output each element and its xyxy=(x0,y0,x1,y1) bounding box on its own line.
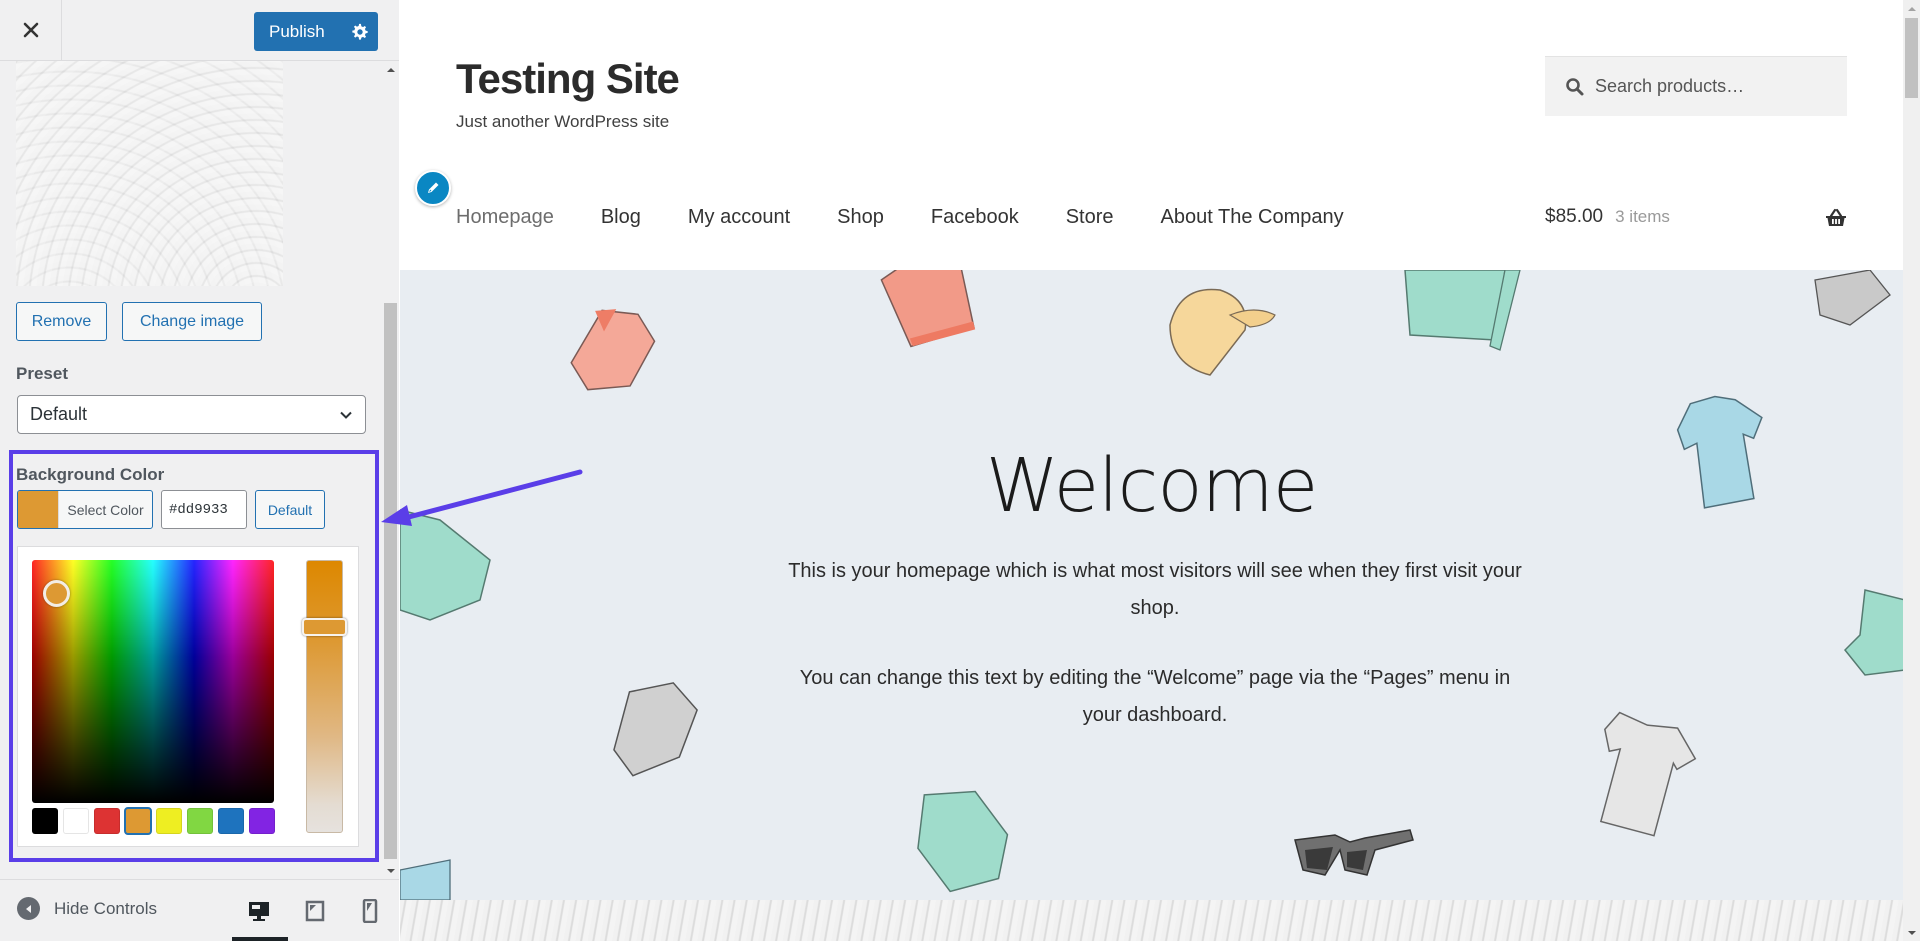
palette-swatch-black[interactable] xyxy=(32,808,58,834)
cart-summary[interactable]: $85.00 3 items xyxy=(1545,206,1847,228)
remove-image-button[interactable]: Remove xyxy=(16,302,107,341)
hide-controls-label: Hide Controls xyxy=(54,898,157,918)
welcome-hero: Welcome This is your homepage which is w… xyxy=(400,270,1903,900)
cap-illustration xyxy=(1169,288,1276,376)
scroll-down-arrow-icon[interactable] xyxy=(1908,931,1916,935)
active-device-indicator xyxy=(232,937,288,941)
scroll-down-arrow-icon[interactable] xyxy=(387,869,395,873)
site-preview: Testing Site Just another WordPress site… xyxy=(400,0,1903,941)
shirt-blue-bottom-illustration xyxy=(400,859,451,900)
preset-label: Preset xyxy=(16,364,68,383)
nav-item-about-the-company[interactable]: About The Company xyxy=(1161,206,1344,229)
mobile-icon xyxy=(362,899,378,923)
preview-scrollbar[interactable] xyxy=(1903,0,1920,941)
hero-paragraph-2: You can change this text by editing the … xyxy=(799,667,1511,726)
edit-shortcut-button[interactable] xyxy=(415,170,451,206)
primary-navigation: Homepage Blog My account Shop Facebook Store A… xyxy=(456,206,1344,229)
hoodie-pink-illustration xyxy=(570,309,656,391)
site-header: Testing Site Just another WordPress site… xyxy=(400,0,1903,270)
hide-controls-button[interactable]: Hide Controls xyxy=(17,897,157,920)
page-background-texture xyxy=(400,900,1903,941)
cart-total: $85.00 xyxy=(1545,206,1604,227)
publish-label[interactable]: Publish xyxy=(254,22,342,42)
hex-color-input[interactable] xyxy=(161,490,247,529)
close-icon xyxy=(23,22,38,38)
nav-item-store[interactable]: Store xyxy=(1066,206,1114,229)
nav-item-facebook[interactable]: Facebook xyxy=(931,206,1019,229)
palette-swatch-yellow[interactable] xyxy=(156,808,182,834)
strip-slider-handle[interactable] xyxy=(302,618,347,636)
background-color-label: Background Color xyxy=(16,465,165,484)
collapse-left-icon xyxy=(17,897,40,920)
product-search[interactable] xyxy=(1545,56,1847,116)
site-title[interactable]: Testing Site xyxy=(456,55,680,103)
palette-swatch-red[interactable] xyxy=(94,808,120,834)
tshirt-pink-illustration xyxy=(880,270,976,348)
nav-item-blog[interactable]: Blog xyxy=(601,206,641,229)
search-icon xyxy=(1566,77,1584,95)
publish-button[interactable]: Publish xyxy=(254,12,378,51)
hero-title: Welcome xyxy=(985,443,1319,529)
cart-count: 3 items xyxy=(1615,207,1670,226)
nav-item-homepage[interactable]: Homepage xyxy=(456,206,554,229)
customizer-header: Publish xyxy=(0,0,399,61)
nav-item-shop[interactable]: Shop xyxy=(837,206,884,229)
palette-swatch-green[interactable] xyxy=(187,808,213,834)
palette-swatch-purple[interactable] xyxy=(249,808,275,834)
pencil-icon xyxy=(428,182,439,193)
jacket-teal-bottom-illustration xyxy=(917,790,1009,893)
search-input[interactable] xyxy=(1595,76,1825,97)
basket-icon xyxy=(1826,208,1846,226)
palette-swatch-blue[interactable] xyxy=(218,808,244,834)
preview-desktop-button[interactable] xyxy=(242,894,276,928)
customizer-sidebar: Publish Remove Change image Preset Defau… xyxy=(0,0,399,941)
customizer-controls: Remove Change image Preset Default Backg… xyxy=(0,61,399,879)
color-picker-panel xyxy=(17,546,359,847)
hoodie-gray-left-illustration xyxy=(613,682,698,777)
chevron-down-icon xyxy=(340,411,352,419)
background-image-thumbnail xyxy=(16,61,283,286)
customizer-footer: Hide Controls xyxy=(0,879,399,941)
saturation-lightness-area[interactable] xyxy=(32,560,274,803)
preview-mobile-button[interactable] xyxy=(353,894,387,928)
sunglasses-illustration xyxy=(1294,829,1414,876)
sweater-teal-top-illustration xyxy=(1404,270,1521,351)
gear-icon xyxy=(352,23,368,40)
preview-scrollbar-thumb[interactable] xyxy=(1905,18,1918,98)
color-picker-handle[interactable] xyxy=(43,580,70,607)
tablet-icon xyxy=(305,900,325,922)
scroll-up-arrow-icon[interactable] xyxy=(387,68,395,72)
site-tagline: Just another WordPress site xyxy=(456,112,670,131)
publish-settings-button[interactable] xyxy=(342,12,378,51)
select-color-button[interactable]: Select Color xyxy=(17,490,153,529)
change-image-button[interactable]: Change image xyxy=(122,302,262,341)
color-strip-slider[interactable] xyxy=(306,560,343,833)
nav-item-my-account[interactable]: My account xyxy=(688,206,790,229)
default-color-button[interactable]: Default xyxy=(255,490,325,529)
hoodie-gray-top-illustration xyxy=(1814,270,1891,326)
tshirt-gray-illustration xyxy=(1599,711,1697,837)
palette-swatch-white[interactable] xyxy=(63,808,89,834)
select-color-label: Select Color xyxy=(58,491,152,528)
hero-paragraph-1: This is your homepage which is what most… xyxy=(788,560,1522,619)
color-palette xyxy=(32,807,275,835)
preset-select[interactable]: Default xyxy=(17,395,366,434)
preset-selected-value: Default xyxy=(30,404,88,424)
sidebar-scrollbar-thumb[interactable] xyxy=(384,303,397,859)
hoodie-teal-right-illustration xyxy=(1843,589,1903,676)
scroll-up-arrow-icon[interactable] xyxy=(1908,7,1916,11)
sidebar-scrollbar[interactable] xyxy=(382,61,399,879)
desktop-icon xyxy=(249,902,269,921)
close-customizer-button[interactable] xyxy=(0,0,62,60)
preview-tablet-button[interactable] xyxy=(298,894,332,928)
current-color-swatch xyxy=(18,491,58,528)
palette-swatch-orange[interactable] xyxy=(124,807,152,835)
